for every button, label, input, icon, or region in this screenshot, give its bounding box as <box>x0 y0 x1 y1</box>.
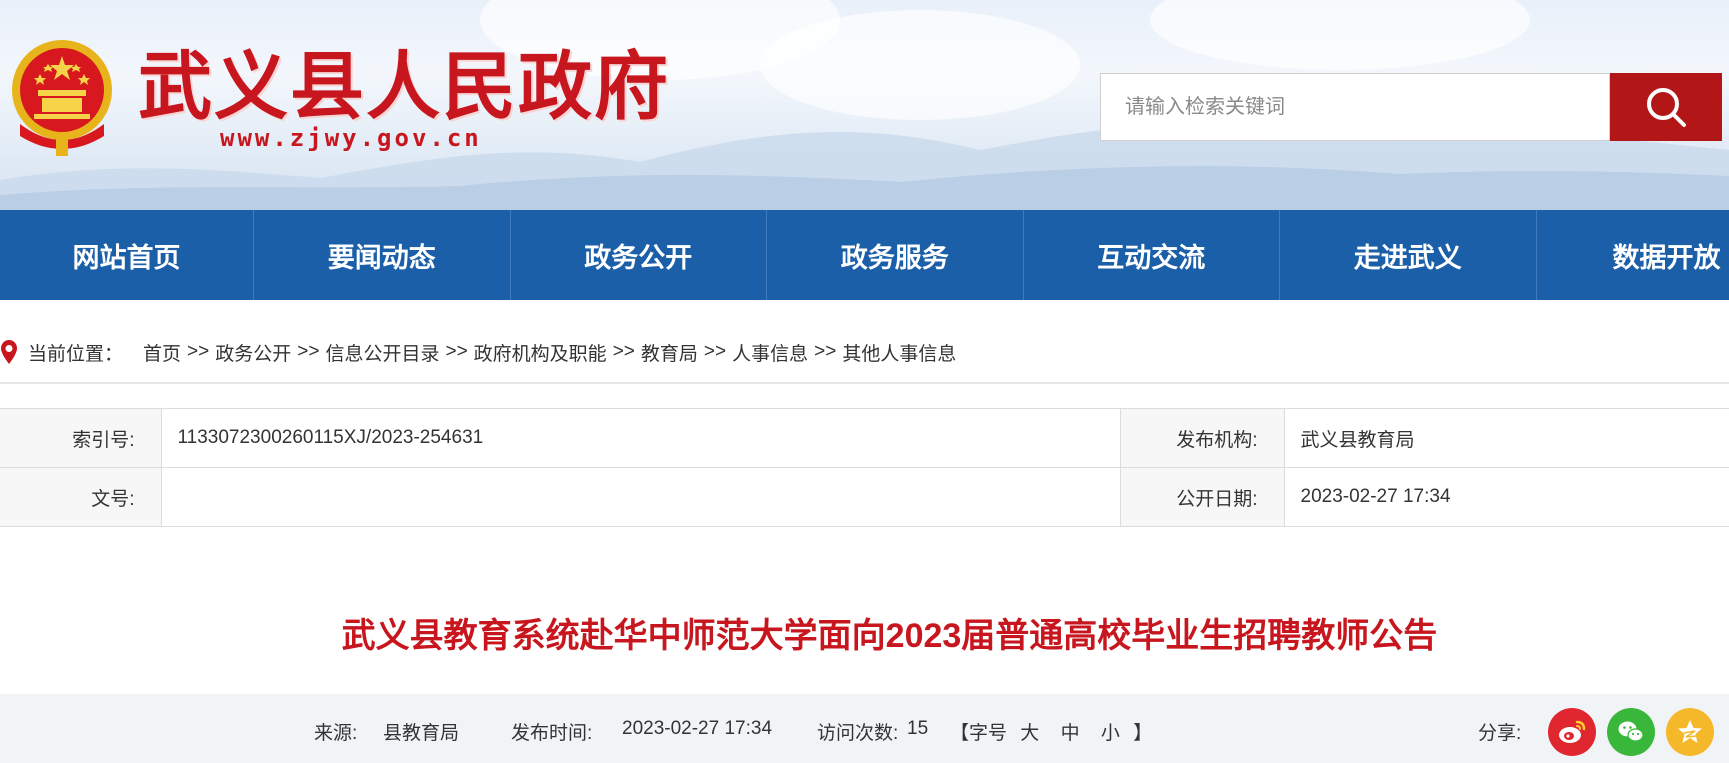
info-table: 索引号: 1133072300260115XJ/2023-254631 发布机构… <box>0 408 1729 527</box>
breadcrumb-separator: >> <box>297 341 320 362</box>
qzone-share-button[interactable] <box>1666 708 1714 756</box>
breadcrumb-home[interactable]: 首页 <box>143 339 181 366</box>
site-title: 武义县人民政府 <box>138 44 670 130</box>
header-cloud <box>1150 0 1530 70</box>
visits-value: 15 <box>907 718 929 739</box>
nav-item-open-data[interactable]: 数据开放 <box>1537 210 1727 300</box>
weibo-icon <box>1559 720 1586 743</box>
publish-time-label: 发布时间: <box>511 723 593 744</box>
date-value: 2023-02-27 17:34 <box>1300 486 1451 507</box>
site-header: 武义县人民政府 www.zjwy.gov.cn <box>0 0 1729 210</box>
breadcrumb-personnel-info[interactable]: 人事信息 <box>732 339 808 366</box>
breadcrumb-gov-agencies[interactable]: 政府机构及职能 <box>474 339 607 366</box>
breadcrumb-separator: >> <box>612 341 635 362</box>
breadcrumb-label: 当前位置： <box>28 343 124 365</box>
font-size-control: 【字号 大 中 小 】 <box>950 718 1152 745</box>
visits-label: 访问次数: <box>817 723 899 744</box>
source-label: 来源: <box>314 723 358 744</box>
national-emblem-icon <box>12 40 112 156</box>
doc-no-value <box>161 467 1121 527</box>
publisher-value: 武义县教育局 <box>1284 408 1729 468</box>
table-row: 文号: 公开日期: 2023-02-27 17:34 <box>0 467 1729 527</box>
breadcrumb-other-personnel-info[interactable]: 其他人事信息 <box>842 339 956 366</box>
nav-item-gov-services[interactable]: 政务服务 <box>767 210 1024 300</box>
weibo-share-button[interactable] <box>1548 708 1596 756</box>
breadcrumb-gov-affairs[interactable]: 政务公开 <box>215 339 291 366</box>
publisher-label: 发布机构: <box>1120 408 1285 468</box>
nav-item-gov-affairs[interactable]: 政务公开 <box>511 210 767 300</box>
breadcrumb-divider <box>0 382 1729 384</box>
font-size-large-button[interactable]: 大 <box>1020 723 1039 744</box>
wechat-icon <box>1618 721 1644 742</box>
main-nav: 网站首页 要闻动态 政务公开 政务服务 互动交流 走进武义 数据开放 <box>0 210 1729 300</box>
search-icon <box>1647 88 1686 127</box>
search-box <box>1100 73 1610 141</box>
font-size-small-button[interactable]: 小 <box>1101 723 1120 744</box>
location-pin-icon <box>1 340 17 364</box>
search-button[interactable] <box>1610 73 1722 141</box>
doc-no-label: 文号: <box>0 467 162 527</box>
nav-item-interaction[interactable]: 互动交流 <box>1024 210 1280 300</box>
search-input[interactable] <box>1101 74 1609 140</box>
nav-item-about-wuyi[interactable]: 走进武义 <box>1280 210 1537 300</box>
nav-item-news[interactable]: 要闻动态 <box>254 210 511 300</box>
index-value: 1133072300260115XJ/2023-254631 <box>161 408 1121 468</box>
table-row: 索引号: 1133072300260115XJ/2023-254631 发布机构… <box>0 408 1729 468</box>
font-size-open: 【字号 <box>950 723 1008 744</box>
breadcrumb-separator: >> <box>187 341 210 362</box>
article-title: 武义县教育系统赴华中师范大学面向2023届普通高校毕业生招聘教师公告 <box>341 617 1438 655</box>
breadcrumb-separator: >> <box>703 341 727 362</box>
site-url: www.zjwy.gov.cn <box>220 124 482 152</box>
breadcrumb-separator: >> <box>814 341 837 362</box>
publish-time-value: 2023-02-27 17:34 <box>622 718 773 739</box>
font-size-medium-button[interactable]: 中 <box>1061 723 1080 744</box>
source-value: 县教育局 <box>383 723 460 744</box>
index-label: 索引号: <box>0 408 162 468</box>
breadcrumb-separator: >> <box>445 341 468 362</box>
share-label: 分享: <box>1478 723 1522 744</box>
breadcrumb: 当前位置： 首页 >> 政务公开 >> 信息公开目录 >> 政府机构及职能 >>… <box>0 330 1729 374</box>
breadcrumb-education-bureau[interactable]: 教育局 <box>641 339 698 366</box>
wechat-share-button[interactable] <box>1607 708 1655 756</box>
breadcrumb-info-catalog[interactable]: 信息公开目录 <box>325 339 439 366</box>
font-size-close: 】 <box>1133 723 1153 744</box>
qzone-icon <box>1678 720 1702 743</box>
date-label: 公开日期: <box>1120 467 1285 527</box>
article-meta-bar: 来源: 县教育局 发布时间: 2023-02-27 17:34 访问次数: 15… <box>0 694 1729 763</box>
nav-item-home[interactable]: 网站首页 <box>0 210 254 300</box>
